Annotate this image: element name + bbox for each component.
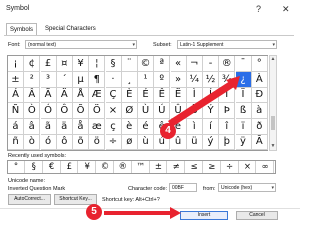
step-4-badge: 4 bbox=[160, 123, 176, 139]
step-5-badge: 5 bbox=[86, 204, 102, 220]
arrow-to-selected-symbol bbox=[168, 81, 234, 127]
arrow-head-icon bbox=[170, 207, 181, 219]
arrow-to-insert-button bbox=[104, 211, 172, 215]
annotation-arrows bbox=[104, 76, 240, 219]
